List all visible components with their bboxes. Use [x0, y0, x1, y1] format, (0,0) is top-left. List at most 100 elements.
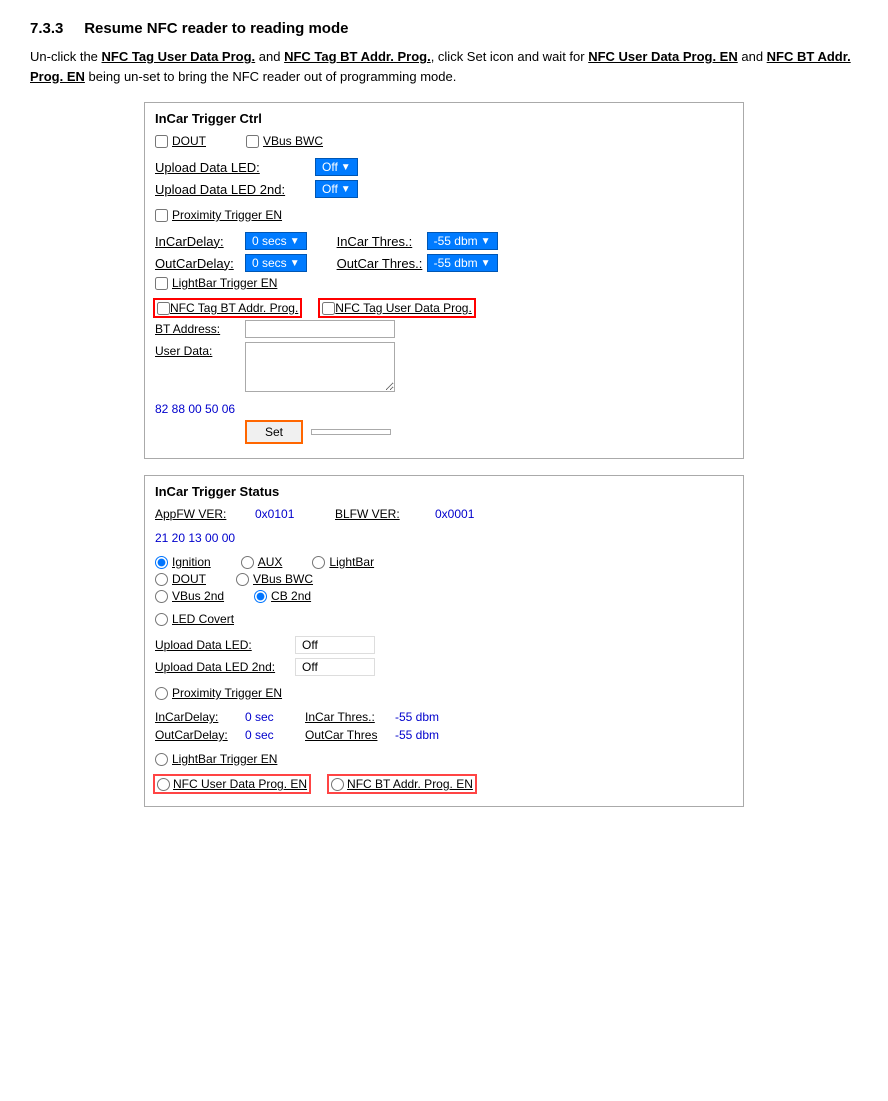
nfc-bt-addr-label: NFC Tag BT Addr. Prog.: [170, 301, 298, 315]
aux-label: AUX: [258, 555, 283, 569]
aux-radio-label[interactable]: AUX: [241, 555, 283, 569]
upload-led-label: Upload Data LED:: [155, 160, 315, 175]
nfc-bt-addr-status-label: NFC BT Addr. Prog. EN: [347, 777, 473, 791]
dout-checkbox-label[interactable]: DOUT: [155, 134, 206, 148]
ignition-label: Ignition: [172, 555, 211, 569]
status-upload-led2-label: Upload Data LED 2nd:: [155, 660, 295, 674]
incar-delay-value: 0 secs: [252, 234, 287, 248]
vbus-bwc-checkbox-label[interactable]: VBus BWC: [246, 134, 323, 148]
status-outcar-thres-value: -55 dbm: [395, 728, 439, 742]
led-covert-row: LED Covert: [155, 612, 733, 626]
hex-data-text: 82 88 00 50 06: [155, 402, 235, 416]
status-proximity-label: Proximity Trigger EN: [172, 686, 282, 700]
vbus-bwc-checkbox[interactable]: [246, 135, 259, 148]
nfc-user-data-label: NFC Tag User Data Prog.: [335, 301, 472, 315]
cb2nd-radio-label[interactable]: CB 2nd: [254, 589, 311, 603]
user-data-input[interactable]: [245, 342, 395, 392]
ignition-radio[interactable]: [155, 556, 168, 569]
set-button[interactable]: Set: [245, 420, 303, 444]
outcar-delay-dropdown[interactable]: 0 secs ▼: [245, 254, 307, 272]
incar-thres-label: InCar Thres.:: [337, 234, 427, 249]
cb2nd-radio[interactable]: [254, 590, 267, 603]
status-upload-led-label: Upload Data LED:: [155, 638, 295, 652]
ok-field: [311, 429, 391, 435]
section-heading: Resume NFC reader to reading mode: [84, 20, 348, 37]
status-proximity-row: Proximity Trigger EN: [155, 686, 733, 700]
status-incar-thres-label: InCar Thres.:: [305, 710, 395, 724]
status-proximity-radio[interactable]: [155, 687, 168, 700]
lightbar-checkbox-label[interactable]: LightBar Trigger EN: [155, 276, 277, 290]
lightbar-radio[interactable]: [312, 556, 325, 569]
nfc-checkboxes-row: NFC Tag BT Addr. Prog. NFC Tag User Data…: [155, 300, 733, 316]
nfc-user-data-status-radio[interactable]: [157, 778, 170, 791]
status-lightbar-label: LightBar Trigger EN: [172, 752, 277, 766]
vbus2nd-radio-label[interactable]: VBus 2nd: [155, 589, 224, 603]
ignition-radio-label[interactable]: Ignition: [155, 555, 211, 569]
upload-led2-row: Upload Data LED 2nd: Off ▼: [155, 180, 733, 198]
status-proximity-radio-label[interactable]: Proximity Trigger EN: [155, 686, 282, 700]
upload-led-row: Upload Data LED: Off ▼: [155, 158, 733, 176]
section-title: 7.3.3 Resume NFC reader to reading mode: [30, 20, 858, 37]
vbus2nd-radio[interactable]: [155, 590, 168, 603]
proximity-label: Proximity Trigger EN: [172, 208, 282, 222]
vbus2nd-label: VBus 2nd: [172, 589, 224, 603]
radio-row3: VBus 2nd CB 2nd: [155, 589, 733, 603]
hex-data-row: 82 88 00 50 06: [155, 402, 733, 416]
nfc-user-data-status-container: NFC User Data Prog. EN: [155, 776, 309, 792]
lightbar-label-status: LightBar: [329, 555, 374, 569]
dout-radio-label[interactable]: DOUT: [155, 572, 206, 586]
panel1-title: InCar Trigger Ctrl: [155, 111, 733, 126]
status-hex-row: 21 20 13 00 00: [155, 531, 733, 545]
aux-radio[interactable]: [241, 556, 254, 569]
vbus-bwc-radio-label[interactable]: VBus BWC: [236, 572, 313, 586]
incar-delay-thres-row: InCarDelay: 0 secs ▼ InCar Thres.: -55 d…: [155, 232, 733, 250]
proximity-checkbox[interactable]: [155, 209, 168, 222]
set-ok-row: Set: [155, 420, 733, 444]
blfw-ver-value: 0x0001: [435, 507, 474, 521]
status-outcar-row: OutCarDelay: 0 sec OutCar Thres -55 dbm: [155, 728, 733, 742]
dout-label: DOUT: [172, 134, 206, 148]
incar-thres-dropdown[interactable]: -55 dbm ▼: [427, 232, 498, 250]
nfc-bt-addr-status-container: NFC BT Addr. Prog. EN: [329, 776, 475, 792]
proximity-checkbox-label[interactable]: Proximity Trigger EN: [155, 208, 282, 222]
dout-checkbox[interactable]: [155, 135, 168, 148]
status-outcar-delay-label: OutCarDelay:: [155, 728, 245, 742]
lightbar-checkbox[interactable]: [155, 277, 168, 290]
status-outcar-thres-label: OutCar Thres: [305, 728, 395, 742]
vbus-bwc-radio[interactable]: [236, 573, 249, 586]
nfc-bt-addr-checkbox[interactable]: [157, 302, 170, 315]
cb2nd-label: CB 2nd: [271, 589, 311, 603]
dropdown-arrow2: ▼: [341, 184, 351, 195]
outcar-thres-dropdown[interactable]: -55 dbm ▼: [427, 254, 498, 272]
section-number: 7.3.3: [30, 20, 63, 37]
nfc-user-data-status-label: NFC User Data Prog. EN: [173, 777, 307, 791]
vbus-bwc-label: VBus BWC: [263, 134, 323, 148]
led-covert-radio-label[interactable]: LED Covert: [155, 612, 234, 626]
upload-led-value: Off: [322, 160, 338, 174]
nfc-user-data-checkbox[interactable]: [322, 302, 335, 315]
status-hex-text: 21 20 13 00 00: [155, 531, 235, 545]
nfc-bt-addr-checkbox-container: NFC Tag BT Addr. Prog.: [155, 300, 300, 316]
lightbar-radio-label[interactable]: LightBar: [312, 555, 374, 569]
upload-led2-dropdown[interactable]: Off ▼: [315, 180, 358, 198]
bt-address-row: BT Address:: [155, 320, 733, 338]
intro-paragraph: Un-click the NFC Tag User Data Prog. and…: [30, 47, 858, 86]
bt-address-label: BT Address:: [155, 322, 245, 336]
radio-row2: DOUT VBus BWC: [155, 572, 733, 586]
status-lightbar-row: LightBar Trigger EN: [155, 752, 733, 766]
appfw-ver-label: AppFW VER:: [155, 507, 255, 521]
fw-ver-row: AppFW VER: 0x0101 BLFW VER: 0x0001: [155, 507, 733, 521]
radio-row1: Ignition AUX LightBar: [155, 555, 733, 569]
status-lightbar-radio-label[interactable]: LightBar Trigger EN: [155, 752, 277, 766]
upload-led-dropdown[interactable]: Off ▼: [315, 158, 358, 176]
status-lightbar-radio[interactable]: [155, 753, 168, 766]
incar-thres-value: -55 dbm: [434, 234, 478, 248]
led-covert-radio[interactable]: [155, 613, 168, 626]
incar-delay-dropdown[interactable]: 0 secs ▼: [245, 232, 307, 250]
dout-radio[interactable]: [155, 573, 168, 586]
nfc-bt-addr-status-radio[interactable]: [331, 778, 344, 791]
bt-address-input[interactable]: [245, 320, 395, 338]
incar-trigger-status-panel: InCar Trigger Status AppFW VER: 0x0101 B…: [144, 475, 744, 807]
blfw-ver-label: BLFW VER:: [335, 507, 435, 521]
status-upload-led2-value: Off: [295, 658, 375, 676]
